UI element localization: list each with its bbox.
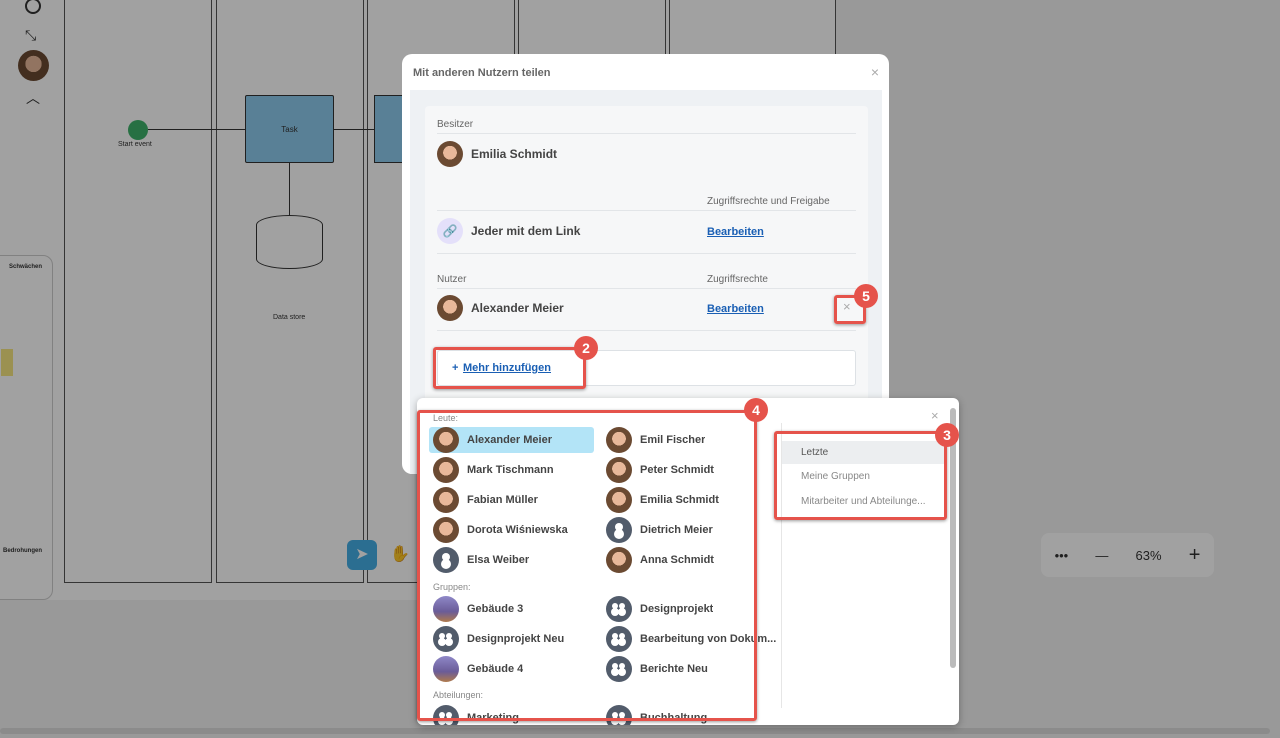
users-label: Nutzer	[437, 274, 467, 285]
edit-link-access-link[interactable]: Bearbeiten	[707, 226, 764, 238]
owner-name: Emilia Schmidt	[471, 147, 558, 161]
edit-user-access-link[interactable]: Bearbeiten	[707, 303, 764, 315]
badge-4: 4	[744, 398, 768, 422]
owner-avatar	[437, 141, 463, 167]
owner-label: Besitzer	[437, 119, 474, 130]
shared-user-name: Alexander Meier	[471, 301, 564, 315]
close-dialog-button[interactable]: ×	[871, 64, 879, 80]
badge-5: 5	[854, 284, 878, 308]
user-avatar	[437, 295, 463, 321]
highlight-4	[417, 410, 757, 721]
rights-label: Zugriffsrechte	[707, 274, 768, 285]
badge-2: 2	[574, 336, 598, 360]
link-icon: 🔗	[437, 218, 463, 244]
rights-share-label: Zugriffsrechte und Freigabe	[707, 196, 830, 207]
link-access-label: Jeder mit dem Link	[471, 224, 581, 238]
dialog-title: Mit anderen Nutzern teilen	[413, 67, 551, 79]
badge-3: 3	[935, 423, 959, 447]
highlight-3	[774, 431, 947, 520]
highlight-2	[433, 347, 586, 389]
close-picker-button[interactable]: ×	[931, 408, 939, 423]
picker-scrollbar[interactable]	[950, 408, 956, 668]
